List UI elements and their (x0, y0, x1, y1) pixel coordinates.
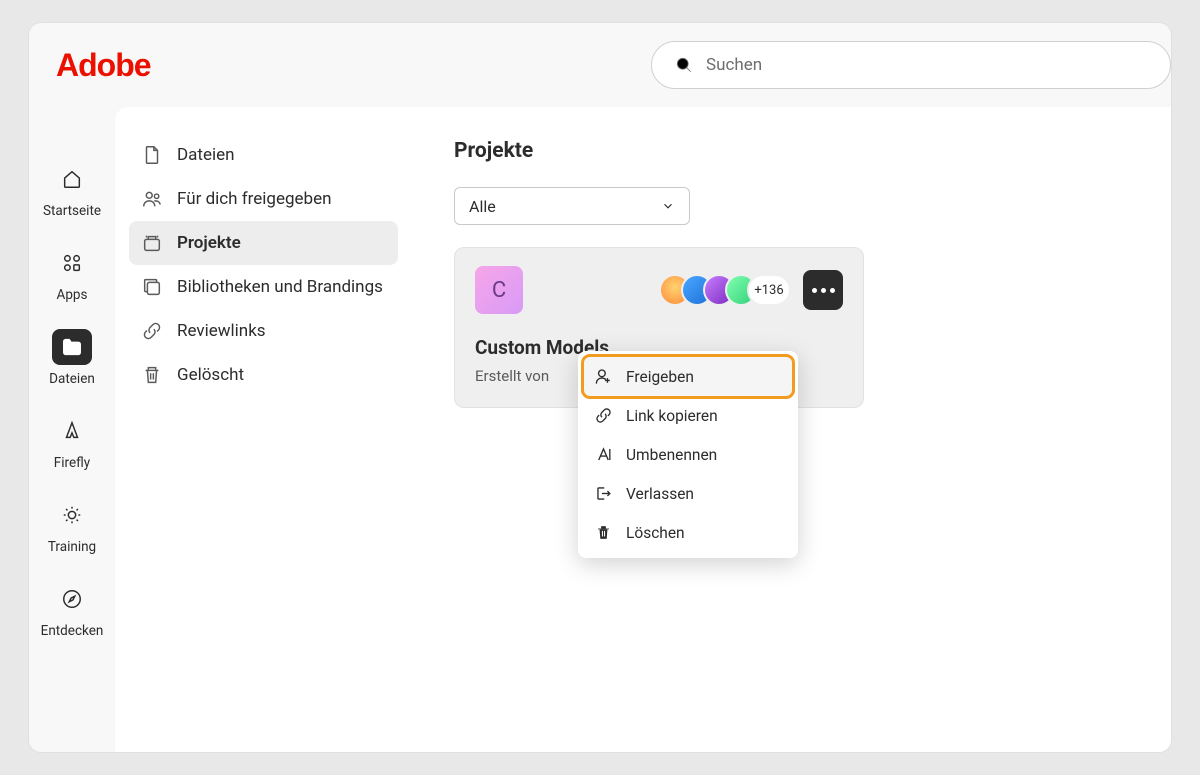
panel-item-shared[interactable]: Für dich freigegeben (129, 177, 398, 221)
panel-label: Reviewlinks (177, 321, 266, 341)
app-frame: Adobe Suchen Startseite Apps Dateien (29, 23, 1171, 752)
panel-label: Gelöscht (177, 365, 244, 385)
folder-icon (61, 336, 83, 358)
rail-item-firefly[interactable]: Firefly (52, 413, 92, 471)
rail-label: Firefly (54, 455, 90, 471)
menu-label: Link kopieren (626, 407, 718, 425)
side-panel: Dateien Für dich freigegeben Projekte Bi… (115, 107, 412, 752)
link-icon (141, 320, 163, 342)
panel-label: Für dich freigegeben (177, 189, 332, 209)
menu-item-share[interactable]: Freigeben (584, 357, 792, 396)
menu-label: Freigeben (626, 368, 694, 386)
page-title: Projekte (454, 139, 1129, 163)
menu-label: Löschen (626, 524, 685, 542)
rail-item-training[interactable]: Training (48, 497, 96, 555)
left-rail: Startseite Apps Dateien Firefly Training… (29, 107, 115, 752)
context-menu: Freigeben Link kopieren Umbenennen Verla… (578, 351, 798, 558)
header: Adobe Suchen (29, 23, 1171, 107)
compass-icon (61, 588, 83, 610)
panel-label: Dateien (177, 145, 235, 165)
rail-item-files[interactable]: Dateien (49, 329, 95, 387)
card-header: C +136 (475, 266, 843, 314)
search-placeholder: Suchen (706, 55, 762, 75)
file-icon (141, 144, 163, 166)
chevron-down-icon (661, 199, 675, 213)
user-plus-icon (594, 367, 613, 386)
avatar-stack: +136 (659, 274, 791, 306)
filter-label: Alle (469, 197, 496, 216)
rename-icon (594, 445, 613, 464)
panel-item-deleted[interactable]: Gelöscht (129, 353, 398, 397)
exit-icon (594, 484, 613, 503)
rail-label: Startseite (43, 203, 101, 219)
panel-item-projects[interactable]: Projekte (129, 221, 398, 265)
link-icon (594, 406, 613, 425)
rail-label: Training (48, 539, 96, 555)
menu-item-copy-link[interactable]: Link kopieren (584, 396, 792, 435)
firefly-icon (61, 420, 83, 442)
panel-item-files[interactable]: Dateien (129, 133, 398, 177)
menu-label: Verlassen (626, 485, 694, 503)
main-content: Projekte Alle C +136 (412, 107, 1171, 752)
panel-item-libraries[interactable]: Bibliotheken und Brandings (129, 265, 398, 309)
lightbulb-icon (61, 504, 83, 526)
adobe-logo[interactable]: Adobe (56, 47, 151, 84)
project-thumbnail: C (475, 266, 523, 314)
rail-label: Dateien (49, 371, 95, 387)
panel-item-reviewlinks[interactable]: Reviewlinks (129, 309, 398, 353)
people-icon (141, 188, 163, 210)
menu-item-leave[interactable]: Verlassen (584, 474, 792, 513)
rail-item-home[interactable]: Startseite (43, 161, 101, 219)
filter-dropdown[interactable]: Alle (454, 187, 690, 225)
rail-label: Apps (57, 287, 88, 303)
rail-item-apps[interactable]: Apps (52, 245, 92, 303)
apps-icon (61, 252, 83, 274)
panel-label: Projekte (177, 233, 241, 253)
avatar-overflow-count: +136 (747, 274, 791, 306)
menu-item-rename[interactable]: Umbenennen (584, 435, 792, 474)
projects-icon (141, 232, 163, 254)
menu-label: Umbenennen (626, 446, 717, 464)
libraries-icon (141, 276, 163, 298)
trash-icon (594, 523, 613, 542)
search-icon (674, 55, 694, 75)
trash-icon (141, 364, 163, 386)
search-container: Suchen (651, 41, 1171, 89)
body: Startseite Apps Dateien Firefly Training… (29, 107, 1171, 752)
home-icon (61, 168, 83, 190)
rail-label: Entdecken (41, 623, 104, 639)
menu-item-delete[interactable]: Löschen (584, 513, 792, 552)
rail-item-discover[interactable]: Entdecken (41, 581, 104, 639)
more-actions-button[interactable] (803, 270, 843, 310)
panel-label: Bibliotheken und Brandings (177, 277, 383, 297)
search-input[interactable]: Suchen (651, 41, 1171, 89)
